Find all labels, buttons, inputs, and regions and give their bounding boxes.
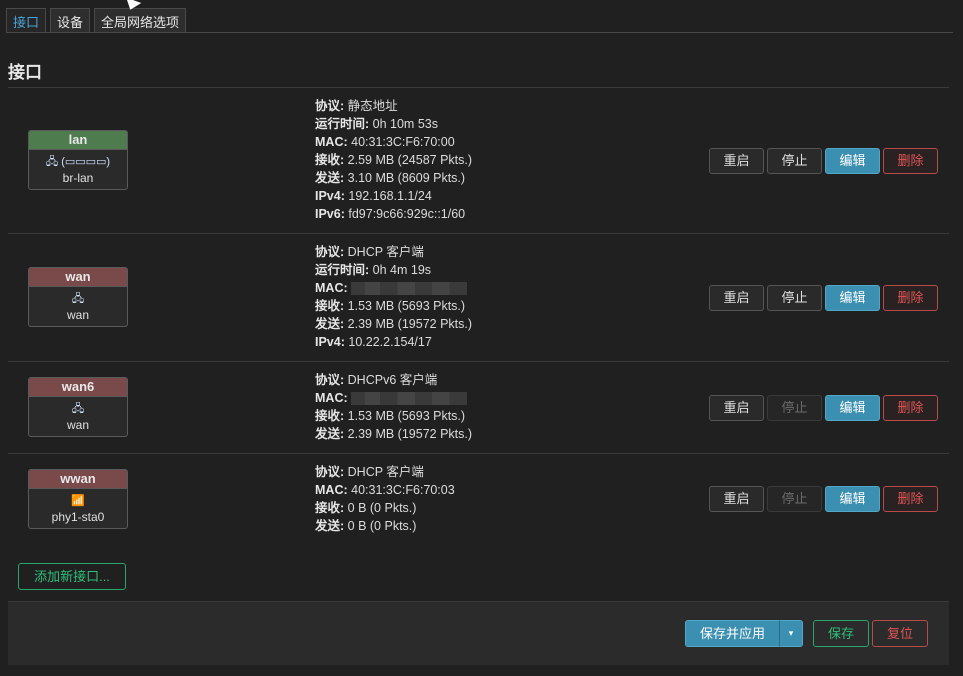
masked-mac (351, 392, 468, 406)
tab-divider (6, 32, 953, 33)
stop-button[interactable]: 停止 (767, 285, 822, 311)
delete-button[interactable]: 删除 (883, 395, 938, 421)
tab-interfaces[interactable]: 接口 (6, 8, 47, 32)
interface-info: 协议: 静态地址 运行时间: 0h 10m 53s MAC: 40:31:3C:… (315, 99, 473, 221)
stop-button: 停止 (767, 486, 822, 512)
tab-devices[interactable]: 设备 (50, 8, 91, 32)
restart-button[interactable]: 重启 (709, 395, 764, 421)
interface-row-lan: lan 🖧 (▭▭▭▭) br-lan 协议: 静态地址 运行时间: 0h 10… (8, 88, 949, 234)
edit-button[interactable]: 编辑 (825, 486, 880, 512)
interface-badge: lan 🖧 (▭▭▭▭) br-lan (28, 130, 128, 190)
save-apply-button[interactable]: 保存并应用 (684, 620, 779, 647)
edit-button[interactable]: 编辑 (825, 395, 880, 421)
interface-info: 协议: DHCP 客户端 运行时间: 0h 4m 19s MAC: 接收: 1.… (315, 245, 473, 349)
wireless-icon: 📶 (71, 495, 85, 507)
save-apply-group: 保存并应用 ▾ (684, 620, 803, 647)
interface-device: wan (66, 308, 89, 322)
tab-global-options[interactable]: 全局网络选项 (94, 8, 187, 32)
interface-name: wan (29, 268, 127, 287)
page-title: 接口 (8, 63, 42, 82)
restart-button[interactable]: 重启 (709, 148, 764, 174)
edit-button[interactable]: 编辑 (825, 285, 880, 311)
delete-button[interactable]: 删除 (883, 148, 938, 174)
masked-mac (351, 282, 468, 296)
interface-row-wwan: wwan 📶 phy1-sta0 协议: DHCP 客户端 MAC: 40:31… (8, 454, 949, 544)
stop-button: 停止 (767, 395, 822, 421)
add-interface-button[interactable]: 添加新接口... (18, 563, 126, 590)
interface-device: wan (66, 418, 89, 432)
interface-row-wan: wan 🖧 wan 协议: DHCP 客户端 运行时间: 0h 4m 19s M… (8, 234, 949, 362)
delete-button[interactable]: 删除 (883, 486, 938, 512)
interface-badge: wwan 📶 phy1-sta0 (28, 469, 128, 529)
interface-badge: wan 🖧 wan (28, 267, 128, 327)
interface-info: 协议: DHCPv6 客户端 MAC: 接收: 1.53 MB (5693 Pk… (315, 373, 473, 441)
interface-row-wan6: wan6 🖧 wan 协议: DHCPv6 客户端 MAC: 接收: 1.53 … (8, 362, 949, 454)
delete-button[interactable]: 删除 (883, 285, 938, 311)
restart-button[interactable]: 重启 (709, 486, 764, 512)
save-button[interactable]: 保存 (813, 620, 869, 647)
interface-device: phy1-sta0 (51, 510, 105, 524)
interface-list: lan 🖧 (▭▭▭▭) br-lan 协议: 静态地址 运行时间: 0h 10… (8, 87, 949, 533)
interface-name: lan (29, 131, 127, 150)
interface-name: wan6 (29, 378, 127, 397)
reset-button[interactable]: 复位 (872, 620, 928, 647)
interface-info: 协议: DHCP 客户端 MAC: 40:31:3C:F6:70:03 接收: … (315, 465, 455, 533)
network-bridge-icon: 🖧 (▭▭▭▭) (45, 156, 111, 168)
edit-button[interactable]: 编辑 (825, 148, 880, 174)
stop-button[interactable]: 停止 (767, 148, 822, 174)
interface-badge: wan6 🖧 wan (28, 377, 128, 437)
footer-bar: 保存并应用 ▾ 保存 复位 (8, 601, 949, 665)
interface-name: wwan (29, 470, 127, 489)
ethernet-port-icon: 🖧 (71, 403, 85, 415)
chevron-down-icon[interactable]: ▾ (779, 620, 803, 647)
restart-button[interactable]: 重启 (709, 285, 764, 311)
tab-bar: 接口 设备 全局网络选项 (6, 8, 187, 32)
ethernet-port-icon: 🖧 (71, 293, 85, 305)
interface-device: br-lan (62, 171, 94, 185)
